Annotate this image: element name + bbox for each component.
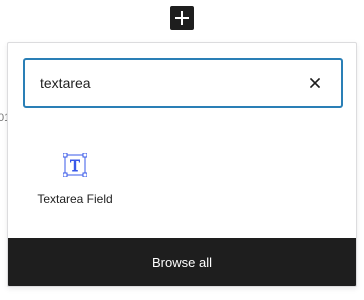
block-item-textarea-field[interactable]: Textarea Field [32,148,118,218]
clear-search-button[interactable] [297,65,333,101]
block-inserter-popover: Textarea Field Browse all [7,42,357,287]
plus-icon [175,11,189,25]
browse-all-button[interactable]: Browse all [8,238,356,286]
browse-all-label: Browse all [152,254,212,270]
add-block-button[interactable] [170,6,194,30]
search-input[interactable] [25,60,297,106]
textarea-block-icon [62,152,88,178]
block-item-label: Textarea Field [37,192,113,206]
close-icon [310,78,320,88]
search-box [23,58,343,108]
search-results: Textarea Field [8,123,356,241]
